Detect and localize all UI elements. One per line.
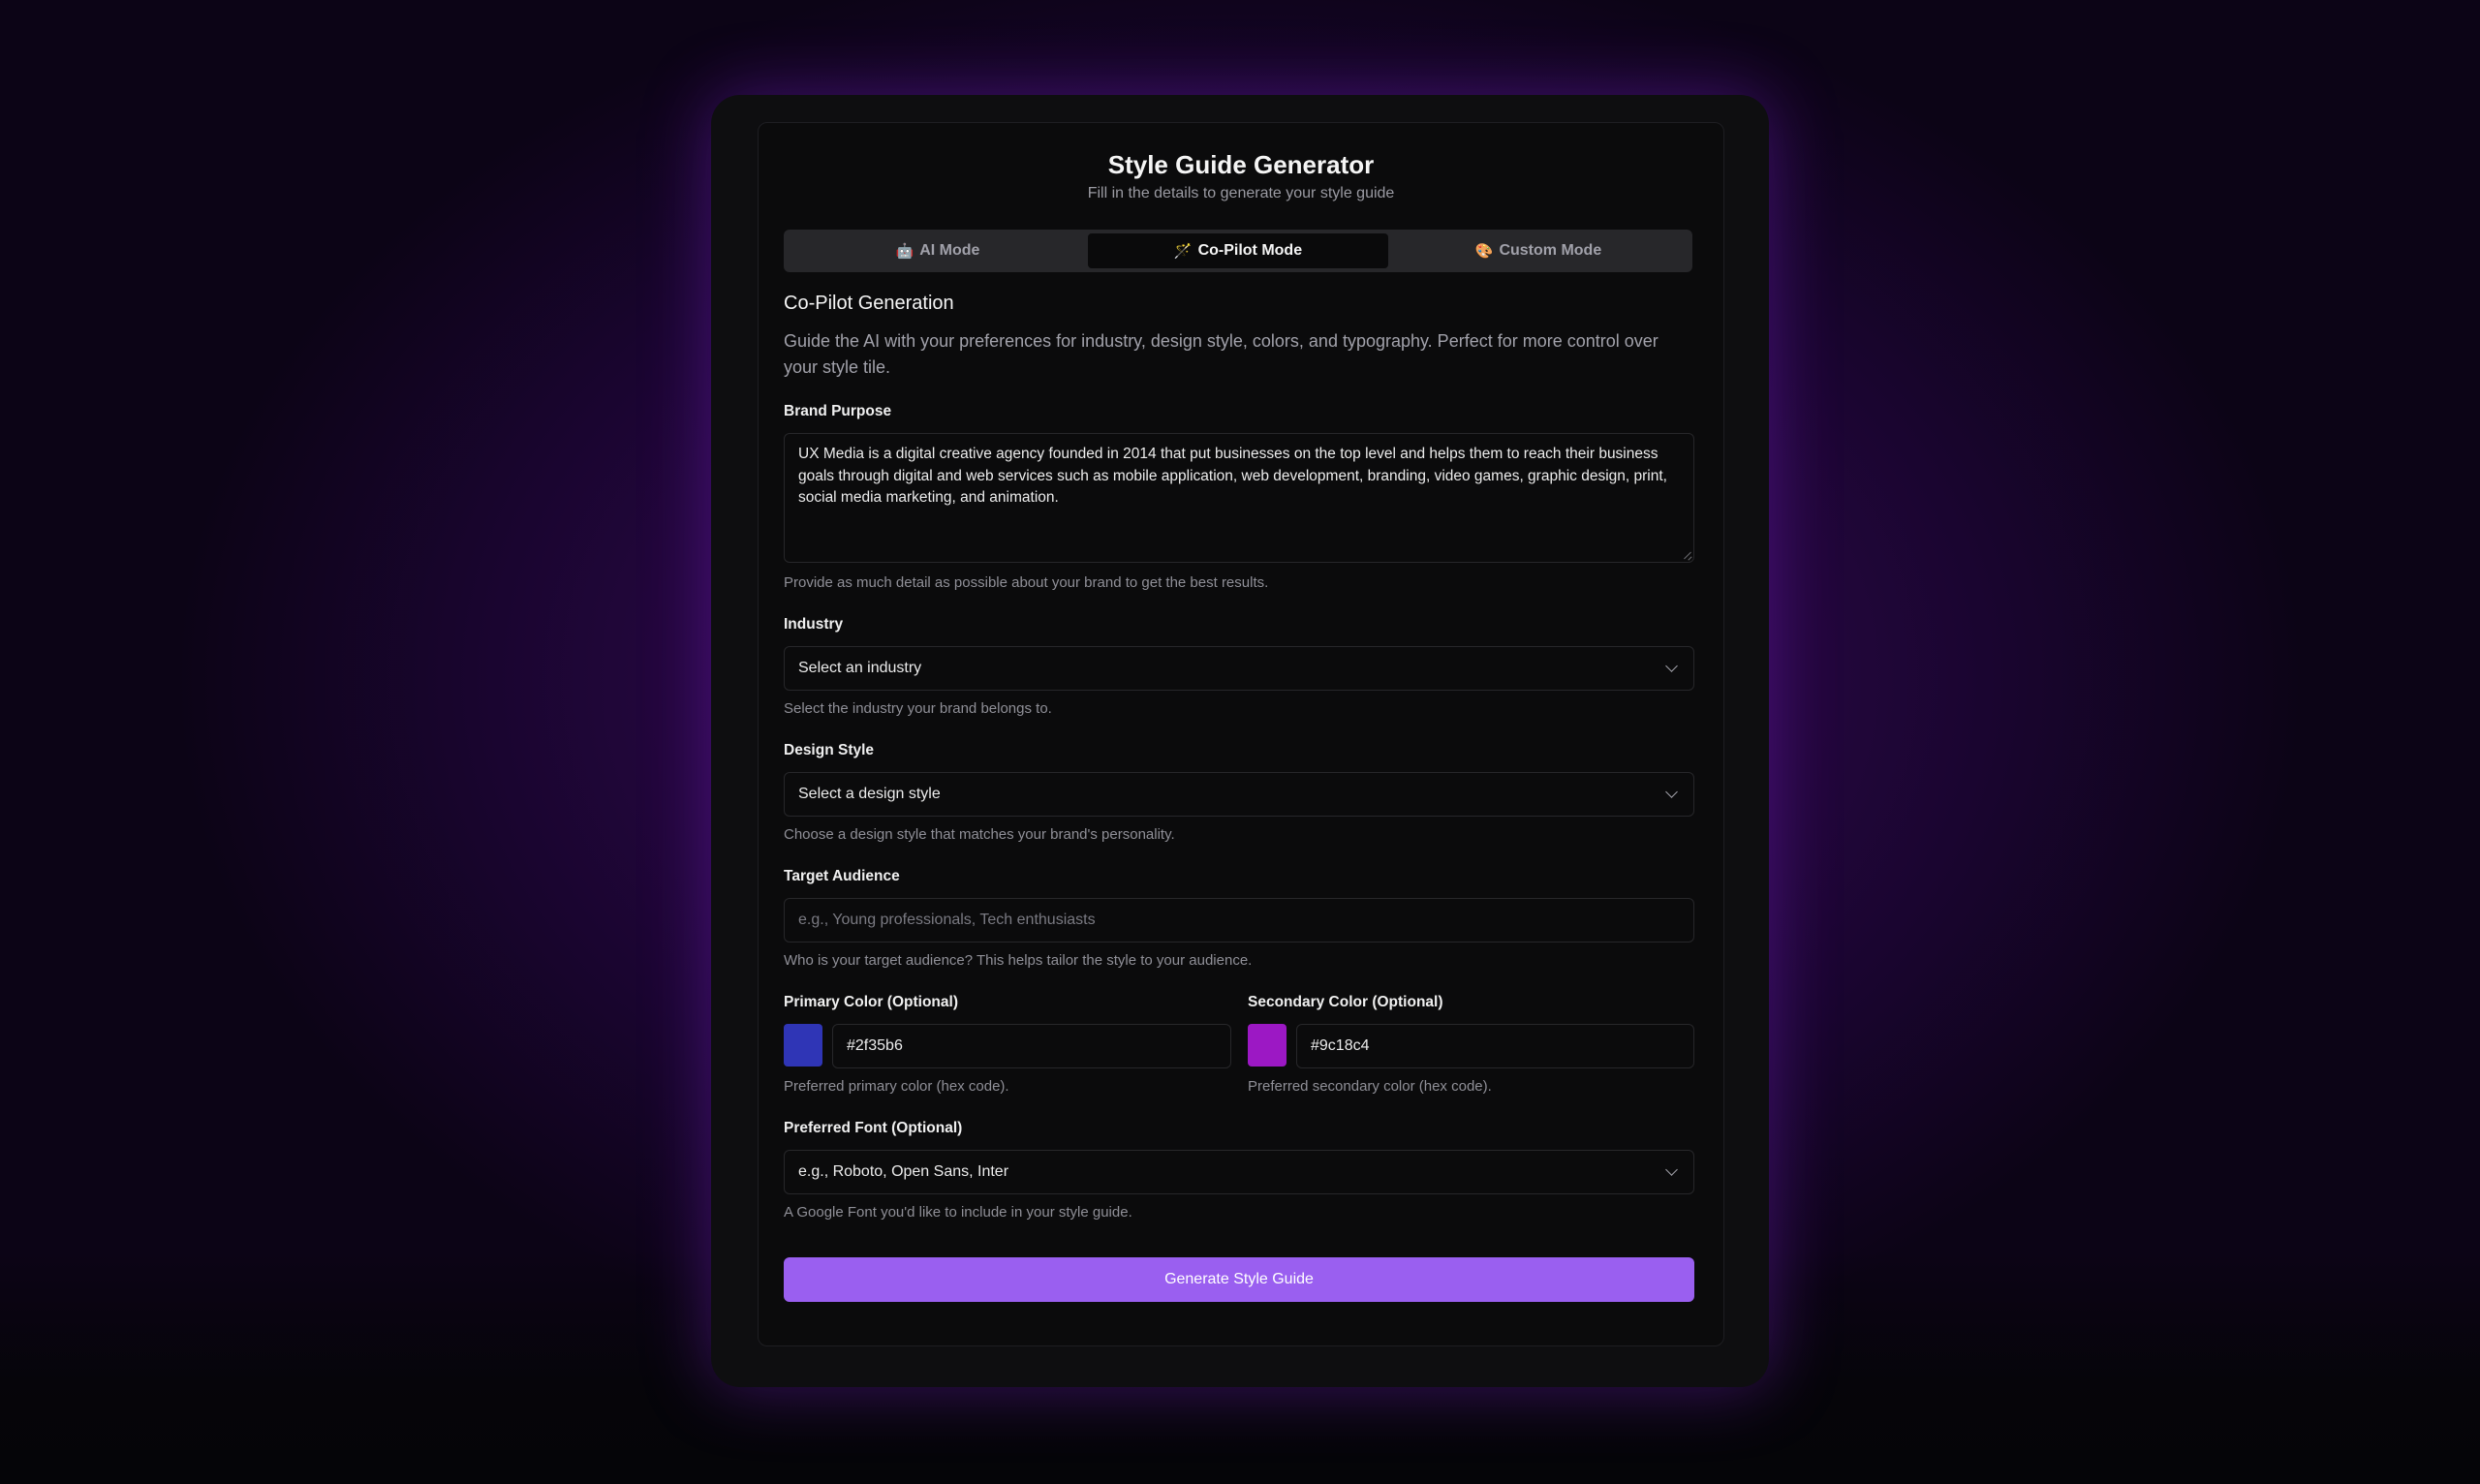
target-audience-help: Who is your target audience? This helps … xyxy=(784,952,1253,969)
tab-label: Co-Pilot Mode xyxy=(1197,242,1303,259)
tab-custom-mode[interactable]: 🎨 Custom Mode xyxy=(1388,233,1689,268)
brand-purpose-textarea[interactable]: UX Media is a digital creative agency fo… xyxy=(784,433,1694,563)
design-style-help: Choose a design style that matches your … xyxy=(784,826,1175,843)
brand-purpose-label: Brand Purpose xyxy=(784,403,892,419)
section-title: Co-Pilot Generation xyxy=(784,293,954,314)
target-audience-placeholder: e.g., Young professionals, Tech enthusia… xyxy=(798,912,1096,928)
preferred-font-help: A Google Font you'd like to include in y… xyxy=(784,1204,1132,1221)
preferred-font-select[interactable]: e.g., Roboto, Open Sans, Inter xyxy=(784,1150,1694,1194)
secondary-color-input[interactable]: #9c18c4 xyxy=(1296,1024,1694,1068)
tab-label: AI Mode xyxy=(919,242,980,259)
preferred-font-label: Preferred Font (Optional) xyxy=(784,1120,963,1136)
palette-icon: 🎨 xyxy=(1474,243,1494,260)
mode-tabs: 🤖 AI Mode 🪄 Co-Pilot Mode 🎨 Custom Mode xyxy=(784,230,1692,272)
primary-color-input[interactable]: #2f35b6 xyxy=(832,1024,1231,1068)
brand-purpose-value: UX Media is a digital creative agency fo… xyxy=(798,446,1667,506)
page-subtitle: Fill in the details to generate your sty… xyxy=(1087,185,1395,201)
primary-color-label: Primary Color (Optional) xyxy=(784,994,958,1010)
target-audience-input[interactable]: e.g., Young professionals, Tech enthusia… xyxy=(784,898,1694,943)
primary-color-help: Preferred primary color (hex code). xyxy=(784,1078,1009,1095)
industry-select-value: Select an industry xyxy=(798,660,922,676)
secondary-color-label: Secondary Color (Optional) xyxy=(1248,994,1443,1010)
primary-color-value: #2f35b6 xyxy=(847,1037,903,1054)
robot-icon: 🤖 xyxy=(895,243,914,260)
tab-label: Custom Mode xyxy=(1499,242,1602,259)
generate-style-guide-button[interactable]: Generate Style Guide xyxy=(784,1257,1694,1302)
industry-help: Select the industry your brand belongs t… xyxy=(784,700,1052,717)
tab-ai-mode[interactable]: 🤖 AI Mode xyxy=(788,233,1088,268)
style-guide-form-card: Style Guide Generator Fill in the detail… xyxy=(758,122,1724,1346)
industry-select[interactable]: Select an industry xyxy=(784,646,1694,691)
design-style-select-value: Select a design style xyxy=(798,786,941,802)
secondary-color-swatch[interactable] xyxy=(1248,1024,1286,1067)
chevron-down-icon xyxy=(1665,786,1678,798)
industry-label: Industry xyxy=(784,616,844,633)
primary-color-swatch[interactable] xyxy=(784,1024,822,1067)
section-description: Guide the AI with your preferences for i… xyxy=(784,331,1658,377)
resize-handle-icon[interactable] xyxy=(1684,552,1691,560)
generate-button-label: Generate Style Guide xyxy=(1164,1271,1314,1287)
chevron-down-icon xyxy=(1665,1163,1678,1176)
magic-wand-icon: 🪄 xyxy=(1173,243,1193,260)
secondary-color-value: #9c18c4 xyxy=(1311,1037,1370,1054)
page-title: Style Guide Generator xyxy=(1107,150,1375,179)
preferred-font-select-value: e.g., Roboto, Open Sans, Inter xyxy=(798,1163,1009,1180)
design-style-label: Design Style xyxy=(784,742,875,758)
target-audience-label: Target Audience xyxy=(784,868,900,884)
secondary-color-help: Preferred secondary color (hex code). xyxy=(1248,1078,1492,1095)
brand-purpose-help: Provide as much detail as possible about… xyxy=(784,574,1269,591)
design-style-select[interactable]: Select a design style xyxy=(784,772,1694,817)
tab-co-pilot-mode[interactable]: 🪄 Co-Pilot Mode xyxy=(1088,233,1388,268)
chevron-down-icon xyxy=(1665,660,1678,672)
